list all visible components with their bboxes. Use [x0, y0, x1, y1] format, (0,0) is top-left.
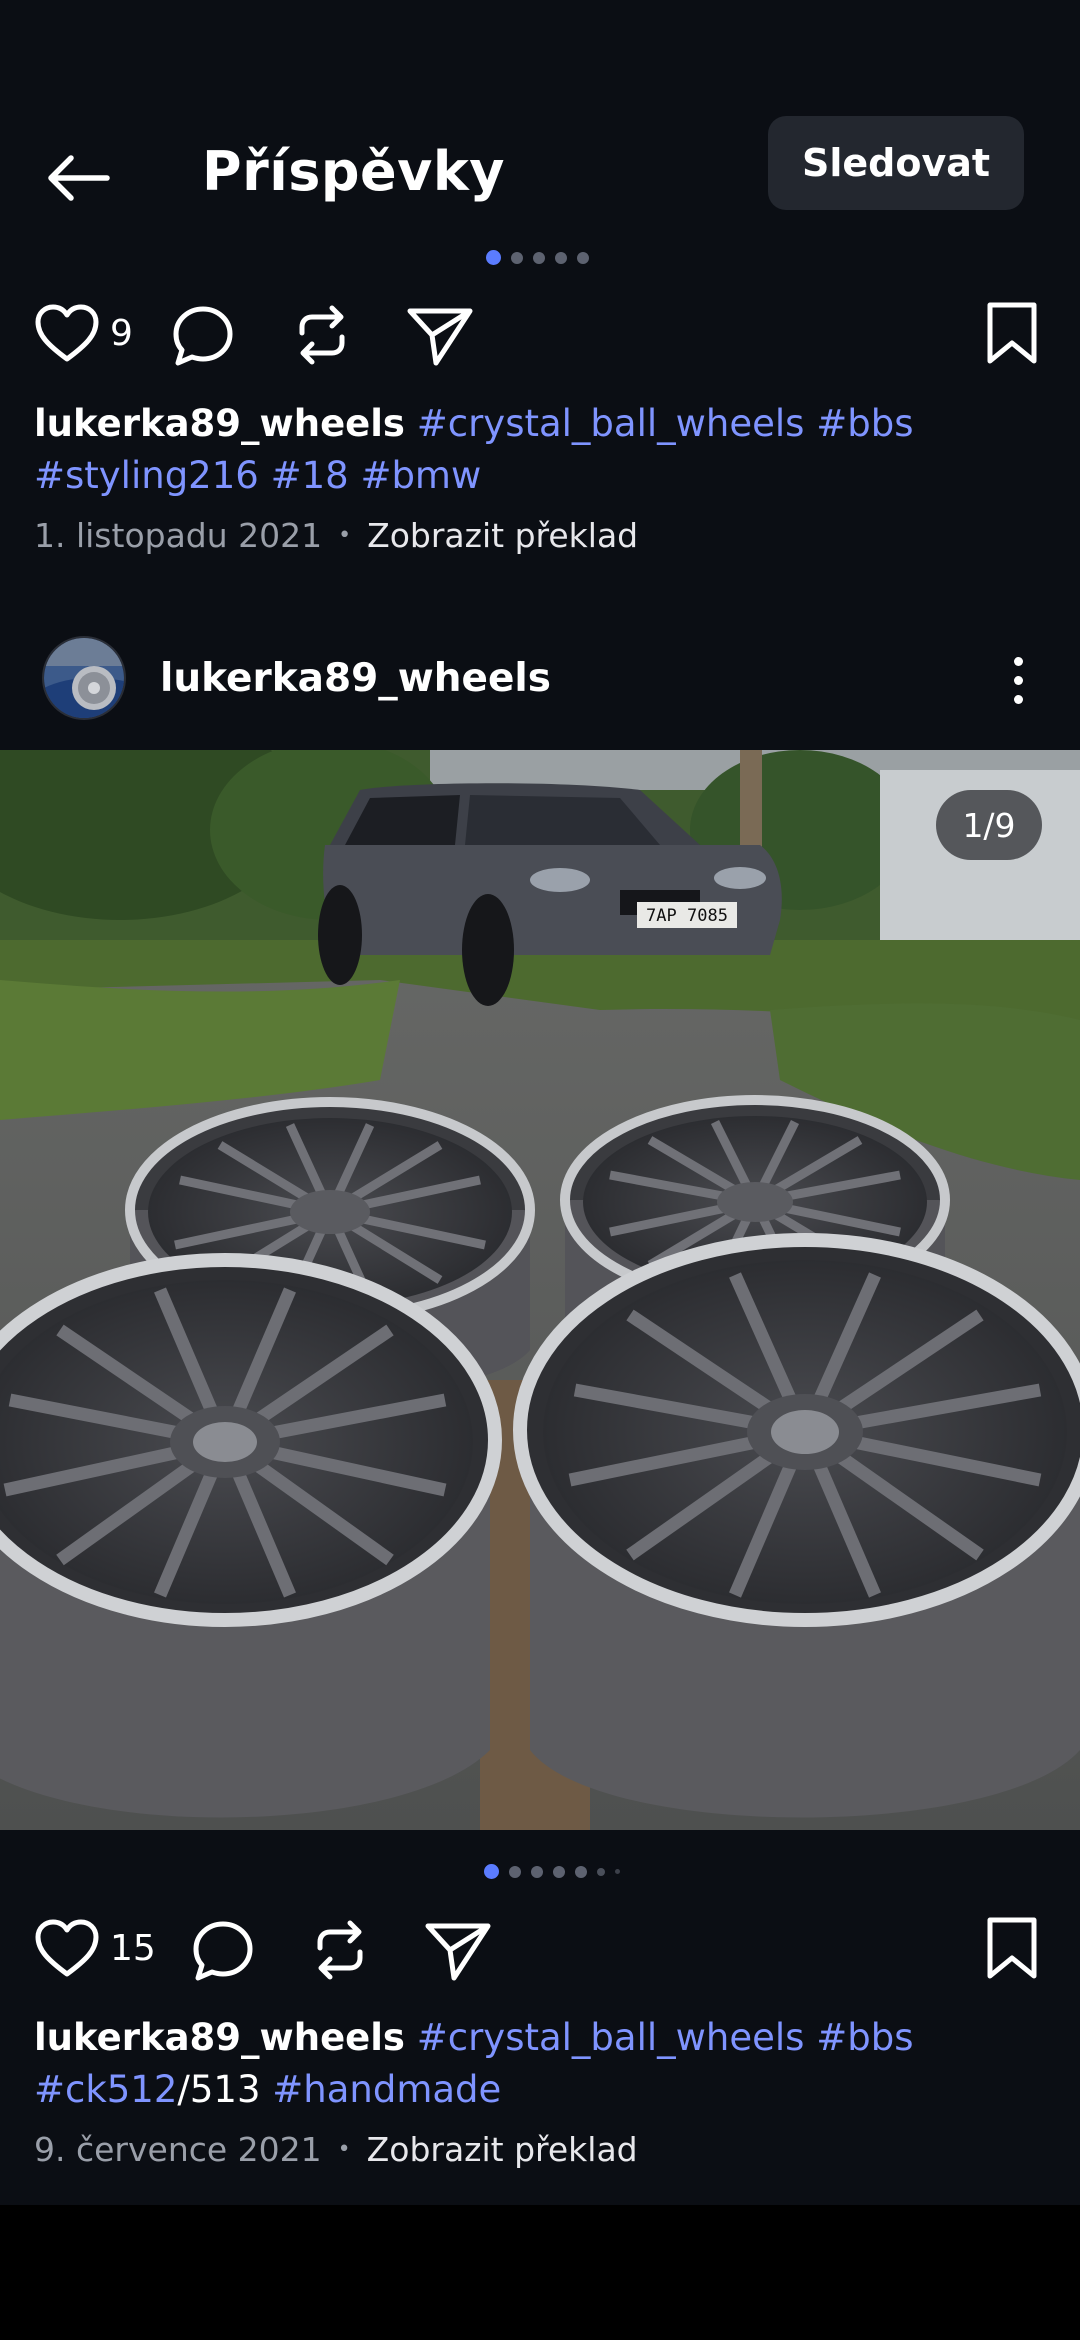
repost-icon [317, 1920, 363, 1980]
comment-button[interactable] [190, 1918, 256, 1984]
avatar[interactable] [42, 636, 126, 720]
back-button[interactable] [36, 140, 120, 216]
bottom-area [0, 2205, 1080, 2340]
comment-icon [173, 306, 233, 366]
carousel-dot [553, 1865, 565, 1878]
carousel-dot [511, 251, 523, 264]
hashtag[interactable]: #crystal_ball_wheels [417, 402, 805, 445]
repost-button[interactable] [310, 1918, 370, 1982]
post-actions: 9 [0, 285, 1080, 385]
hashtag[interactable]: #crystal_ball_wheels [417, 2016, 805, 2059]
license-plate-text: 7AP 7085 [646, 906, 728, 926]
follow-button[interactable]: Sledovat [768, 116, 1024, 210]
caption-text: /513 [177, 2068, 261, 2111]
carousel-dot-active [486, 250, 501, 265]
wheel [0, 1253, 502, 1818]
wheel [513, 1233, 1080, 1818]
comment-icon [193, 1921, 253, 1981]
post-meta: 9. července 2021 • Zobrazit překlad [34, 2130, 638, 2169]
meta-separator: • [337, 2137, 351, 2162]
bookmark-icon [987, 302, 1037, 364]
hashtag[interactable]: #bmw [360, 454, 481, 497]
bookmark-button[interactable] [984, 301, 1040, 365]
comment-button[interactable] [170, 303, 236, 369]
repost-icon [299, 305, 345, 365]
carousel-dot [597, 1867, 605, 1876]
translate-link[interactable]: Zobrazit překlad [367, 516, 638, 555]
post-meta: 1. listopadu 2021 • Zobrazit překlad [34, 516, 638, 555]
carousel-dot [555, 251, 567, 264]
photo-wheels-and-car: 7AP 7085 [0, 750, 1080, 1830]
back-arrow-icon [48, 155, 110, 201]
carousel-dot [531, 1865, 543, 1878]
heart-icon [35, 304, 99, 362]
carousel-indicator [486, 250, 589, 265]
screen: Příspěvky Sledovat 9 lukerka89_wheels #c… [0, 0, 1080, 2340]
top-bar: Příspěvky Sledovat [0, 0, 1080, 250]
hashtag[interactable]: #ck512 [34, 2068, 177, 2111]
image-counter-badge: 1/9 [936, 790, 1042, 860]
carousel-dot [575, 1865, 587, 1878]
carousel-dot [533, 251, 545, 264]
carousel-indicator [484, 1864, 620, 1879]
like-count: 15 [110, 1927, 156, 1969]
send-button[interactable] [424, 1918, 492, 1982]
hashtag[interactable]: #18 [271, 454, 349, 497]
meta-separator: • [338, 523, 352, 548]
heart-icon [35, 1919, 99, 1977]
post-photo[interactable]: 7AP 7085 [0, 750, 1080, 1830]
post-date: 9. července 2021 [34, 2130, 322, 2169]
like-button[interactable]: 9 [34, 303, 133, 363]
post-caption: lukerka89_wheels #crystal_ball_wheels #b… [34, 398, 1044, 502]
post-date: 1. listopadu 2021 [34, 516, 323, 555]
hashtag[interactable]: #bbs [816, 402, 913, 445]
bookmark-button[interactable] [984, 1916, 1040, 1980]
carousel-dot-active [484, 1864, 499, 1879]
repost-button[interactable] [292, 303, 352, 367]
more-options-button[interactable] [990, 650, 1046, 710]
post-actions: 15 [0, 1900, 1080, 2000]
page-title: Příspěvky [202, 140, 505, 203]
send-icon [425, 1923, 491, 1981]
send-icon [407, 308, 473, 366]
post-caption: lukerka89_wheels #crystal_ball_wheels #b… [34, 2012, 1044, 2116]
more-vertical-icon [1013, 656, 1023, 666]
hashtag[interactable]: #handmade [272, 2068, 501, 2111]
post-header: lukerka89_wheels [0, 630, 1080, 730]
carousel-dot [509, 1865, 521, 1878]
hashtag[interactable]: #styling216 [34, 454, 259, 497]
send-button[interactable] [406, 303, 474, 367]
hashtag[interactable]: #bbs [816, 2016, 913, 2059]
translate-link[interactable]: Zobrazit překlad [367, 2130, 638, 2169]
more-dot [1013, 694, 1023, 704]
caption-username[interactable]: lukerka89_wheels [34, 2016, 405, 2059]
post-username[interactable]: lukerka89_wheels [160, 656, 551, 701]
bookmark-icon [987, 1917, 1037, 1979]
caption-username[interactable]: lukerka89_wheels [34, 402, 405, 445]
more-dot [1013, 675, 1023, 685]
like-count: 9 [110, 312, 133, 354]
avatar-image [44, 638, 124, 718]
carousel-dot [577, 251, 589, 264]
carousel-dot [615, 1869, 620, 1874]
like-button[interactable]: 15 [34, 1918, 156, 1978]
